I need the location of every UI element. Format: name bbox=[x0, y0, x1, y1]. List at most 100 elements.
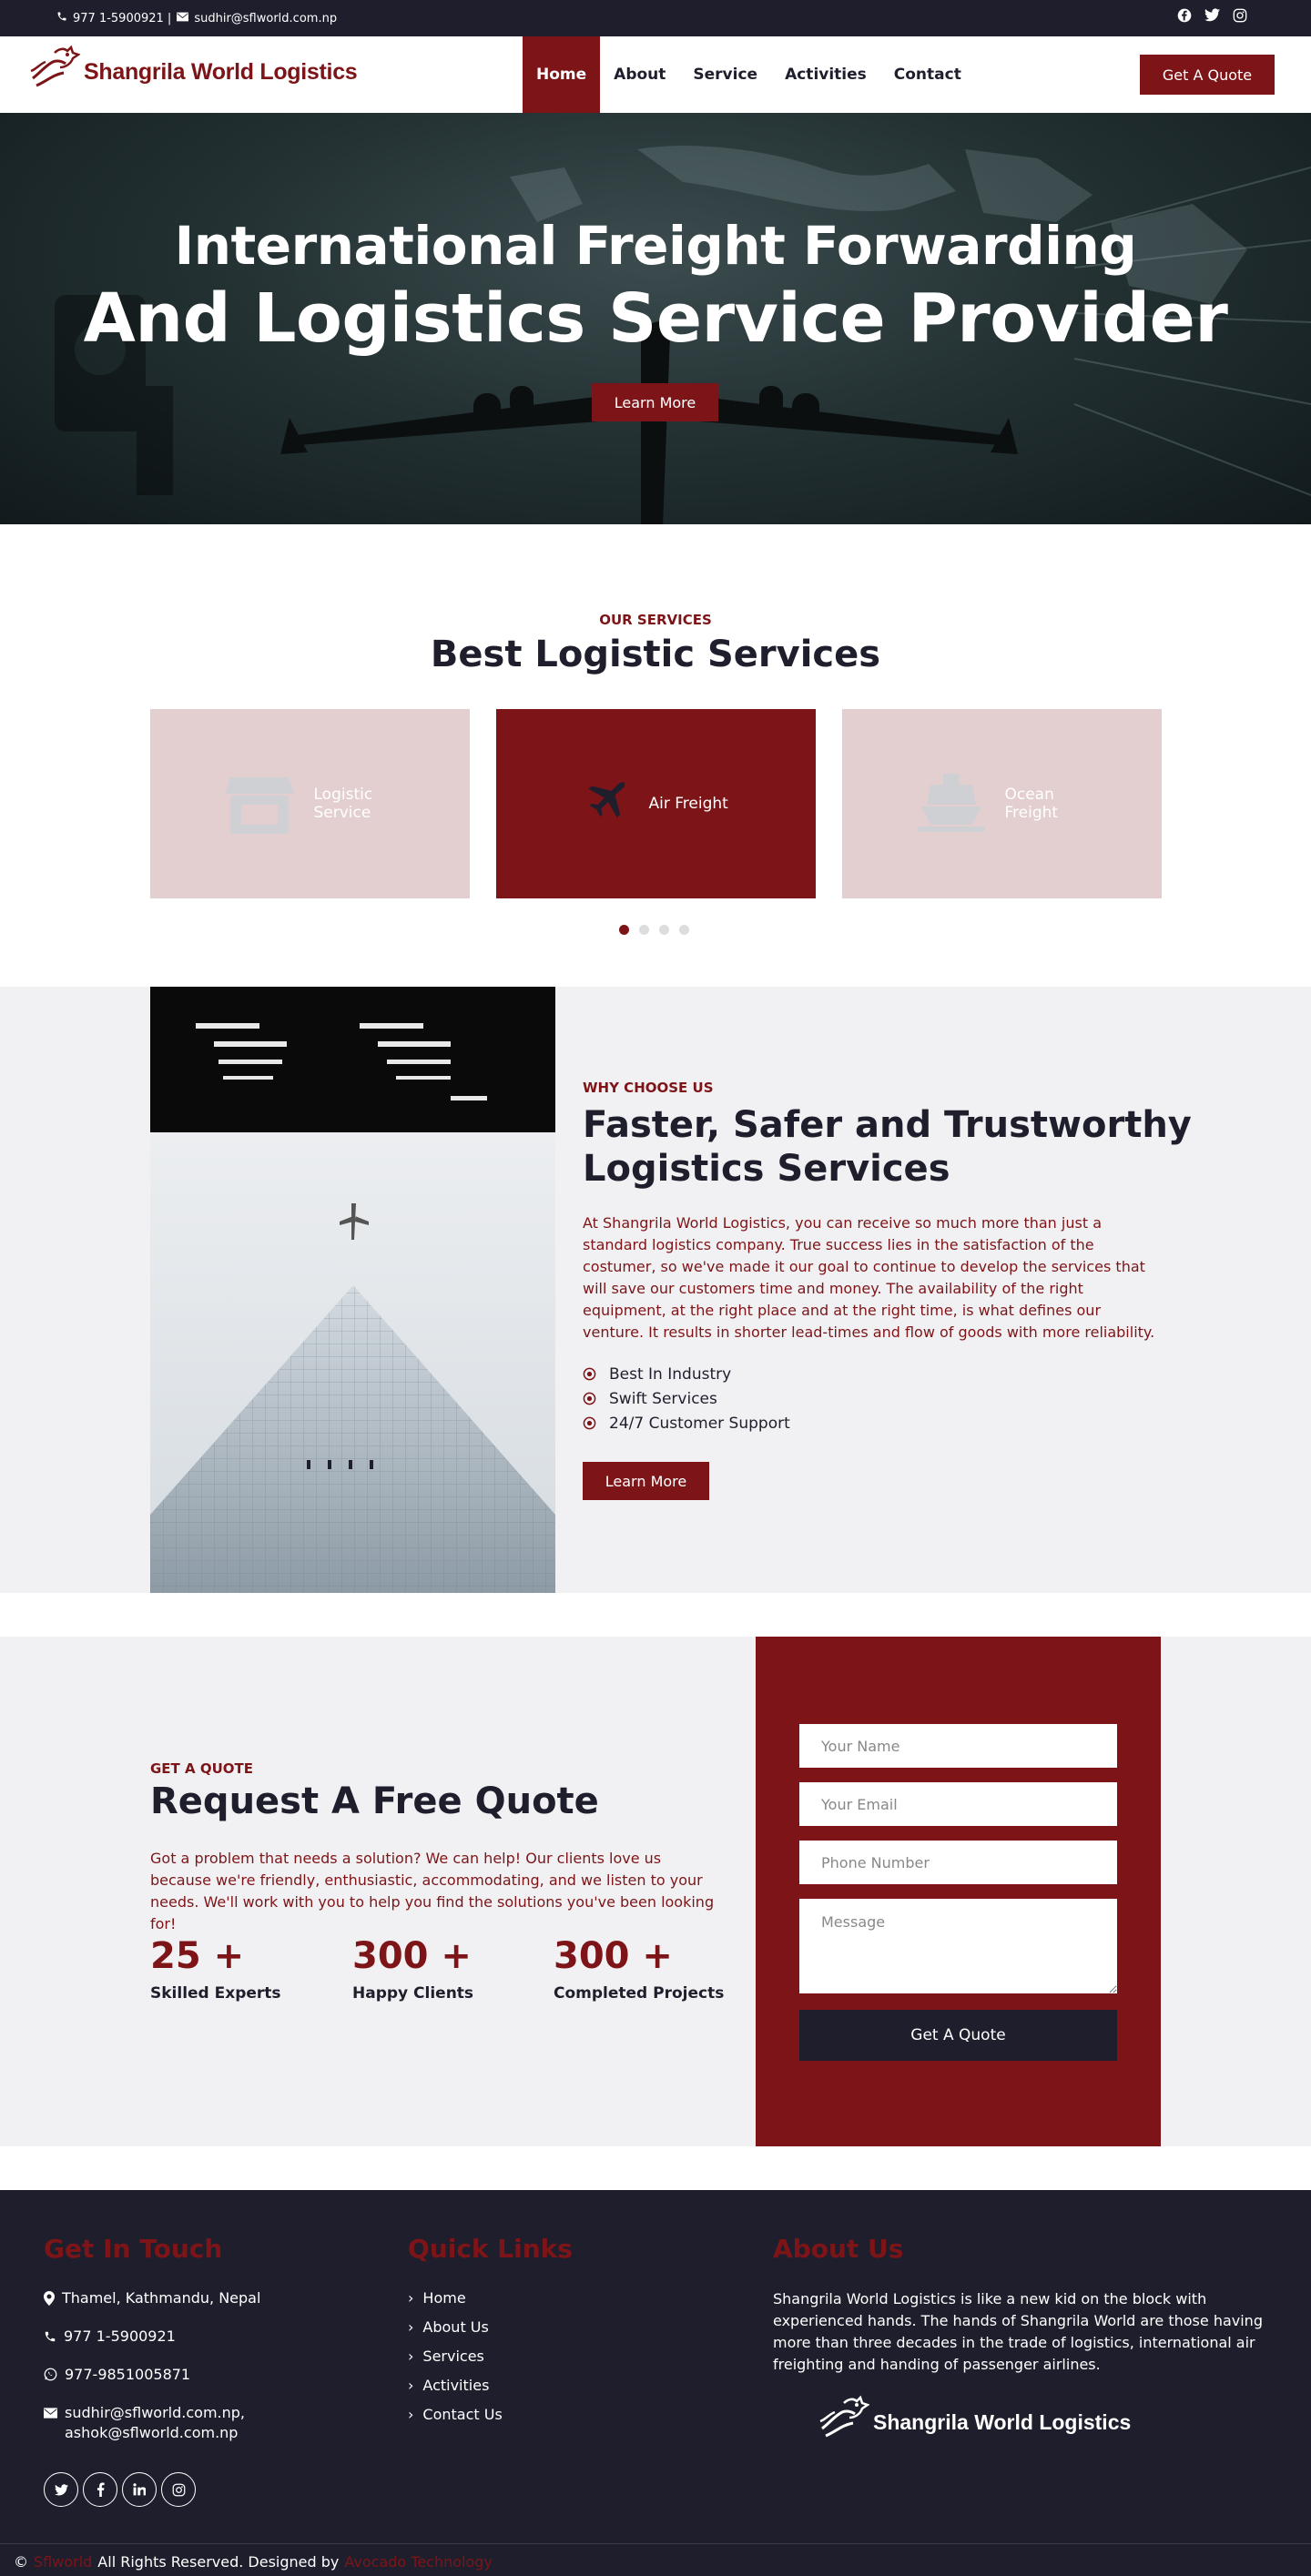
list-item: 24/7 Customer Support bbox=[583, 1411, 790, 1435]
footer-quick-links: › Home › About Us › Services › Activities › C… bbox=[408, 2288, 503, 2434]
services-title: Best Logistic Services bbox=[430, 634, 881, 675]
instagram-icon[interactable] bbox=[1233, 8, 1247, 26]
twitter-icon[interactable] bbox=[44, 2472, 78, 2507]
mail-icon bbox=[177, 12, 189, 25]
site-logo[interactable]: Shangrila World Logistics bbox=[27, 44, 358, 100]
top-bar: 977 1-5900921 | sudhir@sflworld.com.np bbox=[0, 0, 1311, 36]
stat-caption: Skilled Experts bbox=[150, 1984, 281, 2003]
hero-learn-more-button[interactable]: Learn More bbox=[592, 383, 718, 421]
stat-number: 300 + bbox=[352, 1935, 472, 1977]
chevron-right-icon: › bbox=[408, 2406, 414, 2423]
get-quote-button[interactable]: Get A Quote bbox=[1140, 55, 1275, 95]
copyright-symbol: © bbox=[14, 2553, 28, 2571]
why-point: 24/7 Customer Support bbox=[609, 1414, 790, 1433]
service-card-label: Logistic Service bbox=[313, 786, 373, 822]
quote-title: Request A Free Quote bbox=[150, 1780, 599, 1822]
twitter-icon[interactable] bbox=[1204, 8, 1220, 26]
message-field[interactable] bbox=[799, 1899, 1117, 1993]
why-body: At Shangrila World Logistics, you can re… bbox=[583, 1214, 1155, 1341]
phone-field[interactable] bbox=[799, 1841, 1117, 1884]
linkedin-icon[interactable] bbox=[122, 2472, 157, 2507]
footer-phone[interactable]: 977 1-5900921 bbox=[44, 2327, 353, 2347]
designer-link[interactable]: Avocado Technology bbox=[344, 2553, 493, 2571]
nav-service[interactable]: Service bbox=[679, 36, 771, 113]
facebook-icon[interactable] bbox=[83, 2472, 117, 2507]
hero-title: And Logistics Service Provider bbox=[83, 279, 1228, 358]
dragon-logo-icon bbox=[819, 2395, 869, 2438]
footer-link-about[interactable]: › About Us bbox=[408, 2317, 503, 2337]
dragon-logo-icon bbox=[30, 45, 80, 87]
footer-about: Shangrila World Logistics is like a new … bbox=[773, 2288, 1265, 2450]
carousel-dot[interactable] bbox=[659, 925, 669, 935]
hero-subtitle: International Freight Forwarding bbox=[174, 215, 1137, 277]
footer-link-label: About Us bbox=[422, 2318, 489, 2336]
footer-email[interactable]: sudhir@sflworld.com.np, ashok@sflworld.co… bbox=[44, 2403, 353, 2443]
stat-caption: Happy Clients bbox=[352, 1984, 474, 2003]
nav-about[interactable]: About bbox=[600, 36, 679, 113]
service-card-logistic[interactable]: Logistic Service bbox=[150, 709, 470, 898]
top-social bbox=[1177, 8, 1247, 26]
stat-experts: 25 + Skilled Experts bbox=[150, 1935, 281, 2003]
footer-link-contact[interactable]: › Contact Us bbox=[408, 2405, 503, 2424]
airplane-icon bbox=[588, 782, 625, 818]
footer-link-label: Contact Us bbox=[422, 2406, 503, 2423]
hero-banner: International Freight Forwarding And Log… bbox=[0, 113, 1311, 524]
footer-logo-wordmark: Shangrila World Logistics bbox=[873, 2410, 1132, 2434]
top-email[interactable]: sudhir@sflworld.com.np bbox=[194, 12, 337, 25]
service-card-air[interactable]: Air Freight bbox=[496, 709, 816, 898]
footer-email-1: sudhir@sflworld.com.np, bbox=[65, 2404, 245, 2421]
why-title-line1: Faster, Safer and Trustworthy bbox=[583, 1104, 1192, 1146]
footer-link-label: Services bbox=[422, 2348, 484, 2365]
copyright-bar: © Sflworld All Rights Reserved. Designed… bbox=[0, 2543, 1311, 2576]
why-title-line2: Logistics Services bbox=[583, 1148, 950, 1190]
whatsapp-icon bbox=[44, 2368, 57, 2381]
carousel-dot[interactable] bbox=[639, 925, 649, 935]
copyright-text: All Rights Reserved. Designed by bbox=[97, 2553, 340, 2571]
quote-section: GET A QUOTE Request A Free Quote Got a p… bbox=[0, 1637, 1311, 2146]
footer-phone-text: 977 1-5900921 bbox=[64, 2328, 176, 2345]
carousel-dot[interactable] bbox=[619, 925, 629, 935]
footer-address-text: Thamel, Kathmandu, Nepal bbox=[62, 2289, 261, 2307]
quote-label: GET A QUOTE bbox=[150, 1760, 254, 1777]
footer-social bbox=[44, 2472, 353, 2507]
why-learn-more-button[interactable]: Learn More bbox=[583, 1462, 709, 1500]
footer-about-title: About Us bbox=[773, 2234, 904, 2264]
footer-link-services[interactable]: › Services bbox=[408, 2347, 503, 2366]
why-title: Faster, Safer and Trustworthy Logistics S… bbox=[583, 1103, 1202, 1191]
submit-quote-button[interactable]: Get A Quote bbox=[799, 2010, 1117, 2061]
carousel-dots bbox=[619, 925, 689, 935]
skyscraper-photo bbox=[150, 987, 555, 1593]
service-card-ocean[interactable]: Ocean Freight bbox=[842, 709, 1162, 898]
stat-clients: 300 + Happy Clients bbox=[352, 1935, 473, 2003]
why-label: WHY CHOOSE US bbox=[583, 1080, 714, 1096]
footer-whatsapp[interactable]: 977-9851005871 bbox=[44, 2365, 353, 2385]
email-field[interactable] bbox=[799, 1782, 1117, 1826]
nav-home[interactable]: Home bbox=[523, 36, 601, 113]
footer-logo: Shangrila World Logistics bbox=[817, 2394, 1265, 2450]
nav-activities[interactable]: Activities bbox=[771, 36, 880, 113]
map-marker-icon bbox=[44, 2291, 55, 2306]
instagram-icon[interactable] bbox=[161, 2472, 196, 2507]
why-choose-section: WHY CHOOSE US Faster, Safer and Trustwor… bbox=[0, 987, 1311, 1593]
chevron-right-icon: › bbox=[408, 2348, 414, 2365]
name-field[interactable] bbox=[799, 1724, 1117, 1768]
footer-link-activities[interactable]: › Activities bbox=[408, 2376, 503, 2395]
nav-contact[interactable]: Contact bbox=[880, 36, 975, 113]
footer-links-title: Quick Links bbox=[408, 2234, 573, 2264]
list-item: Swift Services bbox=[583, 1386, 790, 1411]
facebook-icon[interactable] bbox=[1177, 8, 1192, 26]
service-card-label: Air Freight bbox=[648, 795, 728, 813]
footer-whatsapp-text: 977-9851005871 bbox=[65, 2366, 191, 2383]
chevron-right-icon: › bbox=[408, 2318, 414, 2336]
primary-nav: Home About Service Activities Contact bbox=[523, 36, 975, 113]
phone-icon bbox=[45, 2331, 56, 2342]
copyright-brand-link[interactable]: Sflworld bbox=[34, 2553, 92, 2571]
target-circle-icon bbox=[583, 1367, 596, 1381]
carousel-dot[interactable] bbox=[679, 925, 689, 935]
phone-icon bbox=[56, 11, 67, 25]
footer-link-home[interactable]: › Home bbox=[408, 2288, 503, 2307]
top-phone[interactable]: 977 1-5900921 | bbox=[73, 12, 171, 25]
footer-email-text: sudhir@sflworld.com.np, ashok@sflworld.co… bbox=[65, 2403, 245, 2443]
quote-body: Got a problem that needs a solution? We … bbox=[150, 1850, 715, 1932]
chevron-right-icon: › bbox=[408, 2377, 414, 2394]
